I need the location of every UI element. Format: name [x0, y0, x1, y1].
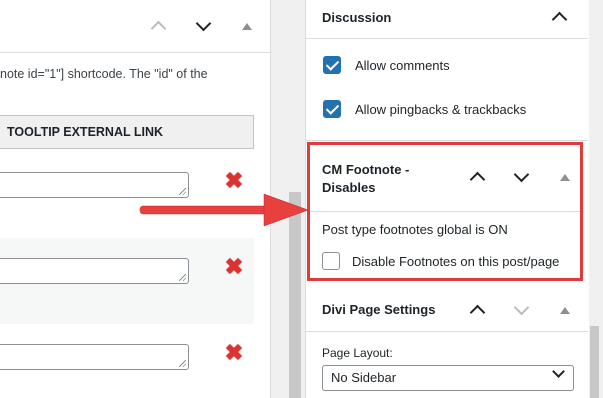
chevron-down-icon	[195, 15, 211, 32]
highlight-box	[307, 142, 583, 281]
collapse-triangle-icon	[242, 22, 252, 30]
collapse-triangle-icon	[560, 306, 570, 314]
shortcode-description: note id="1"] shortcode. The "id" of the	[0, 67, 208, 81]
resize-grip-icon[interactable]	[179, 360, 186, 367]
allow-comments-label: Allow comments	[355, 58, 450, 73]
divider	[306, 331, 588, 332]
chevron-up-icon	[469, 304, 485, 321]
divi-move-down-button[interactable]	[509, 298, 533, 322]
chevron-up-icon	[150, 20, 166, 37]
sidebar-scrollbar-thumb[interactable]	[590, 326, 599, 398]
allow-pingbacks-checkbox[interactable]	[323, 100, 341, 118]
discussion-title: Discussion	[322, 10, 392, 25]
tooltip-external-link-header: TOOLTIP EXTERNAL LINK	[0, 115, 254, 149]
chevron-down-icon	[552, 365, 565, 378]
divider	[306, 38, 588, 39]
delete-row-icon[interactable]: ✖	[224, 342, 244, 364]
toggle-panel-button[interactable]	[235, 14, 259, 38]
allow-comments-checkbox[interactable]	[323, 56, 341, 74]
allow-pingbacks-label: Allow pingbacks & trackbacks	[355, 102, 527, 117]
divi-settings-title: Divi Page Settings	[322, 302, 436, 317]
editor-box-header	[0, 0, 270, 53]
red-arrow-icon	[139, 193, 309, 227]
page-layout-label: Page Layout:	[322, 346, 393, 360]
move-down-button[interactable]	[191, 14, 215, 38]
discussion-toggle-button[interactable]	[547, 5, 571, 29]
delete-row-icon[interactable]: ✖	[224, 256, 244, 278]
chevron-down-icon	[513, 299, 529, 316]
divider	[306, 140, 588, 141]
page-layout-select[interactable]: No Sidebar	[322, 365, 574, 391]
tooltip-link-textarea[interactable]	[0, 258, 189, 284]
divi-move-up-button[interactable]	[465, 298, 489, 322]
tooltip-link-textarea[interactable]	[0, 344, 189, 370]
move-up-button[interactable]	[146, 14, 170, 38]
divi-toggle-button[interactable]	[553, 298, 577, 322]
delete-row-icon[interactable]: ✖	[224, 170, 244, 192]
page-layout-value: No Sidebar	[331, 370, 397, 385]
chevron-up-icon	[551, 11, 567, 28]
resize-grip-icon[interactable]	[179, 274, 186, 281]
